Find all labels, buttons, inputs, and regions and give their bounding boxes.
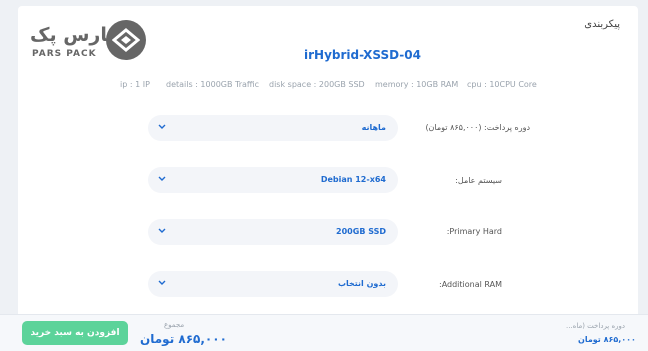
primary-hard-select[interactable]: 200GB SSD bbox=[148, 219, 398, 245]
total-amount: ۸۶۵,۰۰۰ تومان bbox=[140, 332, 227, 346]
spec-memory: memory : 10GB RAM bbox=[375, 80, 459, 89]
chevron-down-icon bbox=[158, 176, 166, 181]
parspack-logo: پارس پک PARS PACK bbox=[28, 18, 150, 68]
add-to-cart-button[interactable]: افزودن به سبد خرید bbox=[22, 321, 128, 345]
chevron-down-icon bbox=[158, 228, 166, 233]
spec-cpu: cpu : 10CPU Core bbox=[467, 80, 537, 89]
section-title: پیکربندی bbox=[584, 19, 620, 30]
billing-cycle-value: ماهانه bbox=[361, 123, 386, 132]
logo-text-en: PARS PACK bbox=[32, 49, 97, 59]
spec-details: details : 1000GB Traffic bbox=[166, 80, 260, 89]
os-label: سیستم عامل: bbox=[455, 176, 502, 185]
os-value: Debian 12-x64 bbox=[320, 175, 386, 184]
os-select[interactable]: Debian 12-x64 bbox=[148, 167, 398, 193]
additional-ram-label: Additional RAM: bbox=[438, 280, 502, 289]
billing-period-amount: ۸۶۵,۰۰۰ تومان bbox=[578, 335, 636, 344]
primary-hard-label: Primary Hard: bbox=[446, 227, 502, 236]
order-footer: افزودن به سبد خرید مجموع ۸۶۵,۰۰۰ تومان د… bbox=[0, 314, 648, 351]
additional-ram-select[interactable]: بدون انتخاب bbox=[148, 271, 398, 297]
spec-ip: ip : 1 IP bbox=[120, 80, 150, 89]
billing-period-label: دوره پرداخت (ماه... bbox=[566, 322, 626, 330]
billing-cycle-select[interactable]: ماهانه bbox=[148, 115, 398, 141]
billing-cycle-label: دوره پرداخت: (۸۶۵,۰۰۰ تومان) bbox=[425, 123, 530, 132]
primary-hard-value: 200GB SSD bbox=[336, 227, 386, 236]
spec-disk: disk space : 200GB SSD bbox=[269, 80, 365, 89]
product-name: irHybrid-XSSD-04 bbox=[304, 48, 421, 62]
additional-ram-value: بدون انتخاب bbox=[337, 279, 386, 288]
logo-text-fa: پارس پک bbox=[30, 24, 115, 46]
chevron-down-icon bbox=[158, 124, 166, 129]
total-label: مجموع bbox=[164, 321, 185, 329]
chevron-down-icon bbox=[158, 280, 166, 285]
logo-mark-icon bbox=[106, 20, 146, 60]
